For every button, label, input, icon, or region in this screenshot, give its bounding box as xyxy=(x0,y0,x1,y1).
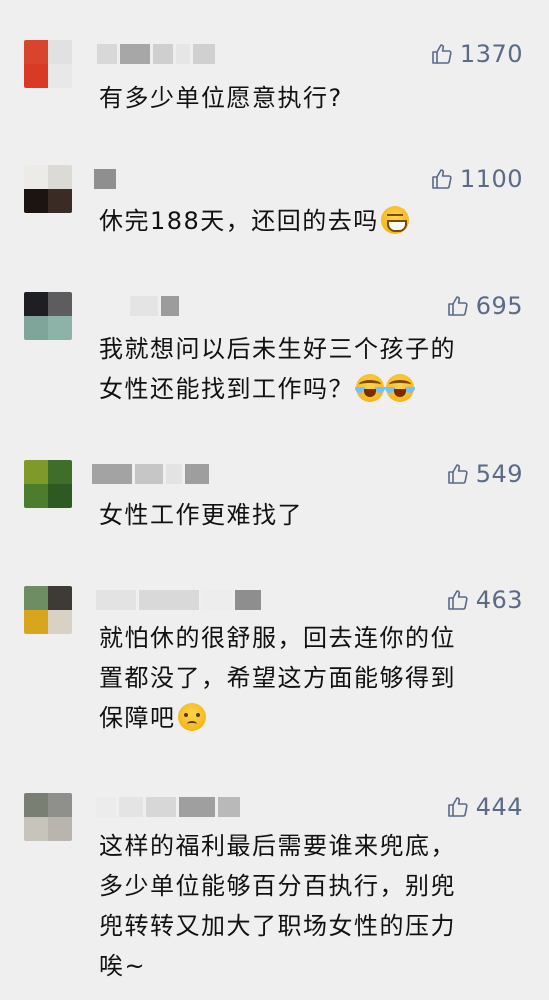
comment-text-line: 这样的福利最后需要谁来兜底， xyxy=(99,832,456,860)
worried-emoji xyxy=(177,703,206,731)
like-count: 695 xyxy=(475,292,523,320)
comment-text-line: 就怕休的很舒服，回去连你的位 xyxy=(99,624,456,652)
thumbs-up-icon xyxy=(447,797,468,817)
like-count: 1370 xyxy=(459,40,523,68)
crying-laughing-emoji xyxy=(356,374,384,402)
like-count: 1100 xyxy=(459,165,523,193)
like-count: 444 xyxy=(475,793,523,821)
thumbs-up-icon xyxy=(447,464,468,484)
like-count: 463 xyxy=(475,586,523,614)
thumbs-up-icon xyxy=(447,590,468,610)
comment-text: 有多少单位愿意执行? xyxy=(99,84,343,112)
comment-text-line: 唉~ xyxy=(99,952,147,980)
comment-text-line: 我就想问以后未生好三个孩子的 xyxy=(99,335,456,363)
like-button[interactable]: 695 xyxy=(446,292,523,320)
comment-text-line: 兜转转又加大了职场女性的压力 xyxy=(99,912,456,940)
username-blurred[interactable] xyxy=(97,44,215,64)
comment-text: 休完188天，还回的去吗 xyxy=(99,207,379,235)
like-button[interactable]: 1100 xyxy=(430,165,523,193)
username-blurred[interactable] xyxy=(92,464,209,484)
avatar[interactable] xyxy=(24,292,72,340)
avatar[interactable] xyxy=(24,586,72,634)
thumbs-up-icon xyxy=(447,296,468,316)
comment-text: 女性工作更难找了 xyxy=(99,501,303,529)
like-button[interactable]: 549 xyxy=(446,460,523,488)
avatar[interactable] xyxy=(24,165,72,213)
like-button[interactable]: 463 xyxy=(446,586,523,614)
username-blurred[interactable] xyxy=(94,169,116,189)
comment-text-line: 多少单位能够百分百执行，别兜 xyxy=(99,872,456,900)
username-blurred[interactable] xyxy=(96,797,240,817)
like-count: 549 xyxy=(475,460,523,488)
grinning-sweat-emoji xyxy=(380,206,409,234)
crying-laughing-emoji xyxy=(386,374,414,402)
like-button[interactable]: 444 xyxy=(446,793,523,821)
comment-text-line: 保障吧 xyxy=(99,704,176,732)
comment-text-line: 置都没了，希望这方面能够得到 xyxy=(99,664,456,692)
comment-text-line: 女性还能找到工作吗？ xyxy=(99,375,354,403)
username-blurred[interactable] xyxy=(130,296,179,316)
avatar[interactable] xyxy=(24,40,72,88)
username-blurred[interactable] xyxy=(96,590,261,610)
like-button[interactable]: 1370 xyxy=(430,40,523,68)
thumbs-up-icon xyxy=(432,44,452,64)
avatar[interactable] xyxy=(24,793,72,841)
avatar[interactable] xyxy=(24,460,72,508)
thumbs-up-icon xyxy=(432,169,452,189)
